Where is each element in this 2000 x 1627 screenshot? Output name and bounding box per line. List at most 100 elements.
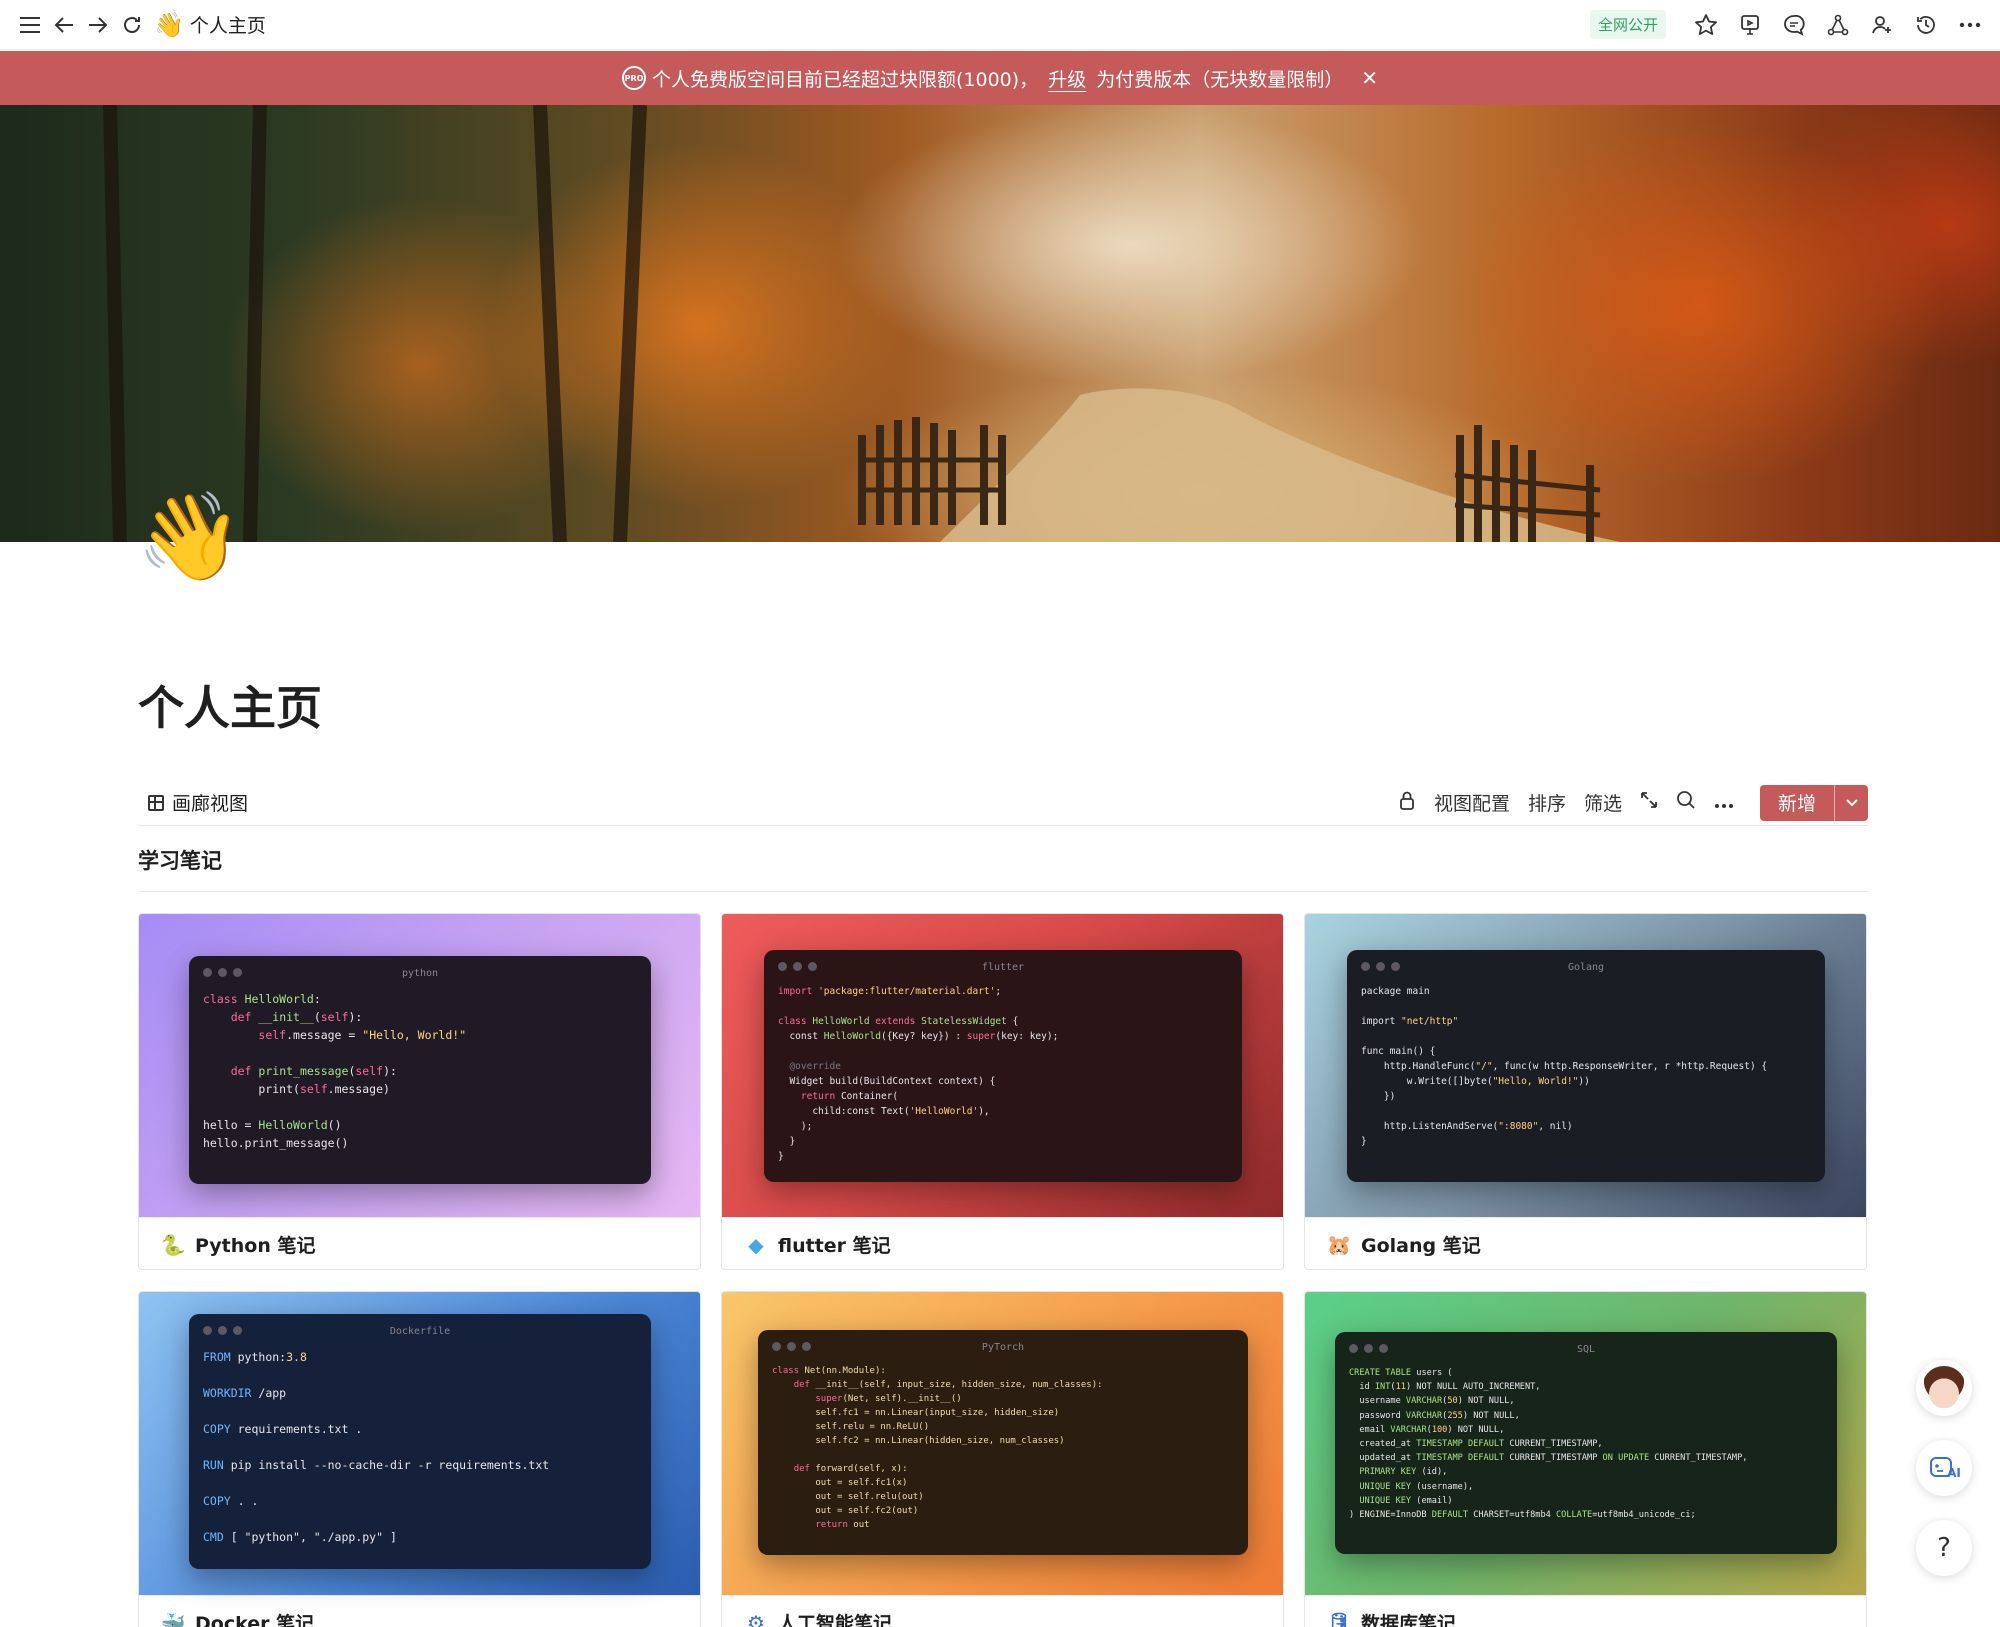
- gallery-card-database[interactable]: SQL CREATE TABLE users ( id INT(11) NOT …: [1304, 1291, 1867, 1627]
- window-dots: [1361, 962, 1400, 971]
- window-dots: [203, 1326, 242, 1335]
- group-divider: [138, 891, 1868, 892]
- gallery-card-golang[interactable]: Golang package main import "net/http" fu…: [1304, 913, 1867, 1270]
- code-snippet: class Net(nn.Module): def __init__(self,…: [772, 1366, 1103, 1530]
- card-label: flutter 笔记: [778, 1235, 891, 1257]
- back-arrow-icon[interactable]: [48, 9, 80, 41]
- upgrade-link[interactable]: 升级: [1048, 65, 1086, 92]
- card-cover: Golang package main import "net/http" fu…: [1305, 914, 1866, 1217]
- page-title[interactable]: 个人主页: [138, 672, 322, 738]
- close-icon[interactable]: ✕: [1361, 66, 1378, 90]
- card-label: 数据库笔记: [1361, 1613, 1457, 1627]
- card-cover: Dockerfile FROM python:3.8 WORKDIR /app …: [139, 1292, 700, 1595]
- topbar-actions: 全网公开: [1589, 9, 1986, 41]
- code-snippet: class HelloWorld: def __init__(self): se…: [203, 992, 467, 1150]
- sort-button[interactable]: 排序: [1528, 789, 1566, 816]
- card-label: Python 笔记: [195, 1235, 316, 1257]
- code-snippet: import 'package:flutter/material.dart'; …: [778, 986, 1059, 1162]
- view-config-button[interactable]: 视图配置: [1434, 789, 1510, 816]
- card-cover: SQL CREATE TABLE users ( id INT(11) NOT …: [1305, 1292, 1866, 1595]
- card-label: 人工智能笔记: [778, 1613, 893, 1627]
- gallery-icon: [148, 794, 164, 811]
- code-window: SQL CREATE TABLE users ( id INT(11) NOT …: [1335, 1332, 1837, 1554]
- code-window: flutter import 'package:flutter/material…: [764, 950, 1242, 1182]
- new-button-group: 新增: [1759, 784, 1868, 821]
- gallery-card-python[interactable]: python class HelloWorld: def __init__(se…: [138, 913, 701, 1270]
- forward-arrow-icon[interactable]: [82, 9, 114, 41]
- view-more-icon[interactable]: [1714, 792, 1734, 814]
- filter-button[interactable]: 筛选: [1584, 789, 1622, 816]
- ai-assistant-button[interactable]: AI: [1916, 1440, 1972, 1496]
- window-dots: [1349, 1344, 1388, 1353]
- history-icon[interactable]: [1910, 9, 1942, 41]
- page-icon-emoji[interactable]: 👋: [136, 494, 243, 580]
- user-avatar-button[interactable]: [1916, 1360, 1972, 1416]
- code-window-title: Dockerfile: [389, 1326, 451, 1337]
- card-title: 🛢 数据库笔记: [1305, 1595, 1866, 1627]
- view-tab-label: 画廊视图: [172, 793, 249, 815]
- star-icon[interactable]: [1690, 9, 1722, 41]
- python-icon: 🐍: [160, 1232, 186, 1257]
- card-title: 🐍 Python 笔记: [139, 1217, 700, 1269]
- card-title: 🐳 Docker 笔记: [139, 1595, 700, 1627]
- group-title: 学习笔记: [138, 849, 222, 873]
- breadcrumb[interactable]: 👋 个人主页: [154, 11, 266, 39]
- avatar: [1922, 1366, 1966, 1410]
- code-window: PyTorch class Net(nn.Module): def __init…: [758, 1330, 1248, 1555]
- code-snippet: CREATE TABLE users ( id INT(11) NOT NULL…: [1349, 1368, 1748, 1521]
- card-cover: PyTorch class Net(nn.Module): def __init…: [722, 1292, 1283, 1595]
- search-icon[interactable]: [1676, 790, 1696, 815]
- pro-icon: PRO: [622, 66, 646, 90]
- card-cover: flutter import 'package:flutter/material…: [722, 914, 1283, 1217]
- code-window: Golang package main import "net/http" fu…: [1347, 950, 1825, 1182]
- page-emoji-icon: 👋: [154, 10, 184, 39]
- code-snippet: FROM python:3.8 WORKDIR /app COPY requir…: [203, 1350, 550, 1544]
- cover-scenery: [103, 105, 1620, 542]
- code-snippet: package main import "net/http" func main…: [1361, 986, 1768, 1147]
- menu-icon[interactable]: [14, 9, 46, 41]
- new-button[interactable]: 新增: [1760, 785, 1834, 821]
- view-actions: 视图配置 排序 筛选 新增: [1398, 784, 1868, 821]
- card-title: 🐹 Golang 笔记: [1305, 1217, 1866, 1269]
- breadcrumb-title: 个人主页: [189, 15, 266, 37]
- help-button[interactable]: ?: [1916, 1520, 1972, 1576]
- gopher-icon: 🐹: [1326, 1232, 1352, 1257]
- code-window-title: SQL: [1576, 1344, 1596, 1355]
- gallery-card-flutter[interactable]: flutter import 'package:flutter/material…: [721, 913, 1284, 1270]
- quota-banner: PRO 个人免费版空间目前已经超过块限额(1000)， 升级 为付费版本（无块数…: [0, 51, 2000, 105]
- expand-icon[interactable]: [1640, 791, 1658, 814]
- view-toolbar: 画廊视图 视图配置 排序 筛选 新增: [138, 780, 1868, 826]
- ai-label: AI: [1947, 1466, 1961, 1480]
- flutter-icon: ◆: [748, 1232, 764, 1257]
- public-badge[interactable]: 全网公开: [1589, 10, 1666, 39]
- chevron-down-icon[interactable]: [1834, 784, 1868, 821]
- present-icon[interactable]: [1734, 9, 1766, 41]
- more-icon[interactable]: [1954, 9, 1986, 41]
- card-title: ⚙ 人工智能笔记: [722, 1595, 1283, 1627]
- help-icon: ?: [1937, 1533, 1951, 1563]
- code-window: Dockerfile FROM python:3.8 WORKDIR /app …: [189, 1314, 651, 1569]
- code-window-title: Golang: [1567, 962, 1605, 973]
- share-graph-icon[interactable]: [1822, 9, 1854, 41]
- comment-icon[interactable]: [1778, 9, 1810, 41]
- gallery-card-docker[interactable]: Dockerfile FROM python:3.8 WORKDIR /app …: [138, 1291, 701, 1627]
- card-label: Docker 笔记: [195, 1613, 315, 1627]
- window-dots: [203, 968, 242, 977]
- refresh-icon[interactable]: [116, 9, 148, 41]
- nav-buttons: [14, 9, 148, 41]
- cover-image[interactable]: [0, 105, 2000, 542]
- tab-gallery-view[interactable]: 画廊视图: [138, 782, 258, 824]
- brain-icon: ⚙: [747, 1610, 765, 1627]
- window-dots: [778, 962, 817, 971]
- code-window-title: PyTorch: [981, 1342, 1025, 1353]
- lock-icon[interactable]: [1398, 790, 1416, 815]
- window-dots: [772, 1342, 811, 1351]
- banner-text: 个人免费版空间目前已经超过块限额(1000)，: [652, 68, 1039, 91]
- gallery-card-ai[interactable]: PyTorch class Net(nn.Module): def __init…: [721, 1291, 1284, 1627]
- code-window-title: flutter: [981, 962, 1025, 973]
- add-user-icon[interactable]: [1866, 9, 1898, 41]
- docker-icon: 🐳: [160, 1610, 186, 1627]
- code-window-title: python: [401, 968, 439, 979]
- database-icon: 🛢: [1326, 1610, 1352, 1627]
- card-title: ◆ flutter 笔记: [722, 1217, 1283, 1269]
